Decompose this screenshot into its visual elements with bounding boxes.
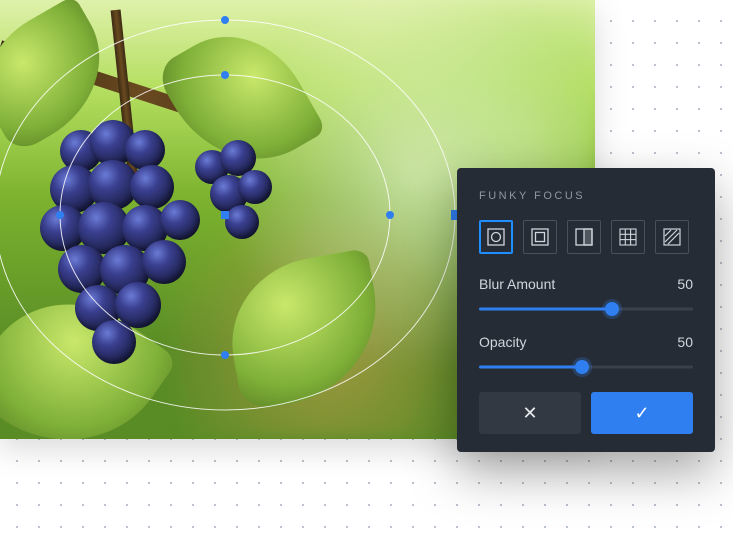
radial-icon xyxy=(487,228,505,246)
linear-icon xyxy=(531,228,549,246)
mode-radial-button[interactable] xyxy=(479,220,513,254)
hatch-icon xyxy=(663,228,681,246)
half-icon xyxy=(575,228,593,246)
check-icon: ✓ xyxy=(634,403,649,424)
panel-actions: ✕ ✓ xyxy=(479,392,693,434)
blur-slider-thumb[interactable] xyxy=(605,302,619,316)
confirm-button[interactable]: ✓ xyxy=(591,392,693,434)
grid-icon xyxy=(619,228,637,246)
mode-grid-button[interactable] xyxy=(611,220,645,254)
funky-focus-panel: FUNKY FOCUS xyxy=(457,168,715,452)
close-icon: ✕ xyxy=(522,403,537,424)
opacity-slider[interactable] xyxy=(479,360,693,374)
opacity-label: Opacity xyxy=(479,334,526,350)
panel-title: FUNKY FOCUS xyxy=(479,190,693,202)
grape-cluster xyxy=(30,120,290,400)
opacity-value: 50 xyxy=(677,334,693,350)
opacity-slider-thumb[interactable] xyxy=(575,360,589,374)
blur-slider-group: Blur Amount 50 xyxy=(479,276,693,316)
blur-slider[interactable] xyxy=(479,302,693,316)
focus-mode-row xyxy=(479,220,693,254)
opacity-slider-group: Opacity 50 xyxy=(479,334,693,374)
mode-hatch-button[interactable] xyxy=(655,220,689,254)
mode-linear-button[interactable] xyxy=(523,220,557,254)
blur-value: 50 xyxy=(677,276,693,292)
blur-label: Blur Amount xyxy=(479,276,555,292)
mode-half-button[interactable] xyxy=(567,220,601,254)
cancel-button[interactable]: ✕ xyxy=(479,392,581,434)
